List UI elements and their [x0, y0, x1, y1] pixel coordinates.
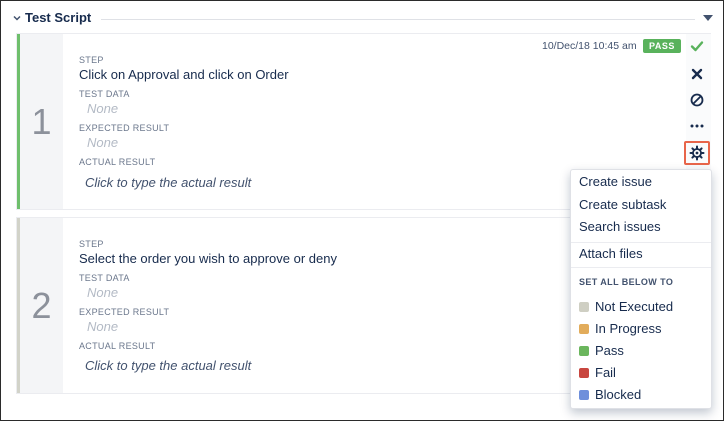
- actual-result-label: ACTUAL RESULT: [79, 157, 156, 167]
- check-icon[interactable]: [684, 34, 710, 58]
- status-option-fail[interactable]: Fail: [571, 362, 711, 384]
- step-text[interactable]: Select the order you wish to approve or …: [79, 251, 337, 266]
- status-option-label: In Progress: [595, 321, 662, 336]
- menu-item-create-subtask[interactable]: Create subtask: [571, 194, 711, 216]
- expected-result-label: EXPECTED RESULT: [79, 123, 170, 133]
- more-icon[interactable]: [684, 114, 710, 138]
- status-badge: PASS: [643, 39, 681, 53]
- status-option-label: Not Executed: [595, 299, 674, 314]
- status-option-pass[interactable]: Pass: [571, 340, 711, 362]
- x-icon[interactable]: [684, 62, 710, 86]
- menu-item-create-issue[interactable]: Create issue: [571, 171, 711, 193]
- gear-dropdown-menu: Create issue Create subtask Search issue…: [570, 169, 712, 409]
- test-data-label: TEST DATA: [79, 89, 130, 99]
- status-option-not-executed[interactable]: Not Executed: [571, 296, 711, 318]
- actual-result-input[interactable]: Click to type the actual result: [85, 175, 251, 190]
- test-data-label: TEST DATA: [79, 273, 130, 283]
- section-header: Test Script: [9, 9, 715, 29]
- actual-result-label: ACTUAL RESULT: [79, 341, 156, 351]
- test-data-value[interactable]: None: [87, 285, 118, 300]
- status-option-label: Pass: [595, 343, 624, 358]
- step-label: STEP: [79, 55, 104, 65]
- set-all-heading: SET ALL BELOW TO: [579, 277, 674, 287]
- actual-result-input[interactable]: Click to type the actual result: [85, 358, 251, 373]
- step-text[interactable]: Click on Approval and click on Order: [79, 67, 289, 82]
- menu-item-attach-files[interactable]: Attach files: [571, 243, 711, 265]
- status-swatch: [579, 302, 589, 312]
- status-swatch: [579, 390, 589, 400]
- menu-divider: [571, 267, 711, 268]
- caret-down-icon[interactable]: [703, 15, 713, 21]
- gear-icon[interactable]: [684, 141, 710, 165]
- status-option-blocked[interactable]: Blocked: [571, 384, 711, 406]
- execution-timestamp: 10/Dec/18 10:45 am: [542, 40, 637, 52]
- menu-item-search-issues[interactable]: Search issues: [571, 216, 711, 238]
- status-swatch: [579, 368, 589, 378]
- expected-result-value[interactable]: None: [87, 135, 118, 150]
- section-divider: [101, 19, 695, 20]
- step-label: STEP: [79, 239, 104, 249]
- section-title: Test Script: [25, 10, 92, 25]
- expected-result-value[interactable]: None: [87, 319, 118, 334]
- block-icon[interactable]: [684, 88, 710, 112]
- status-option-label: Fail: [595, 365, 616, 380]
- status-option-label: Blocked: [595, 387, 642, 402]
- step-number: 1: [17, 34, 63, 209]
- status-swatch: [579, 346, 589, 356]
- test-data-value[interactable]: None: [87, 101, 118, 116]
- chevron-down-icon[interactable]: [11, 12, 23, 24]
- step-number: 2: [17, 218, 63, 393]
- expected-result-label: EXPECTED RESULT: [79, 307, 170, 317]
- status-option-in-progress[interactable]: In Progress: [571, 318, 711, 340]
- status-swatch: [579, 324, 589, 334]
- test-script-panel: Test Script 1 STEP Click on Approval and…: [0, 0, 724, 421]
